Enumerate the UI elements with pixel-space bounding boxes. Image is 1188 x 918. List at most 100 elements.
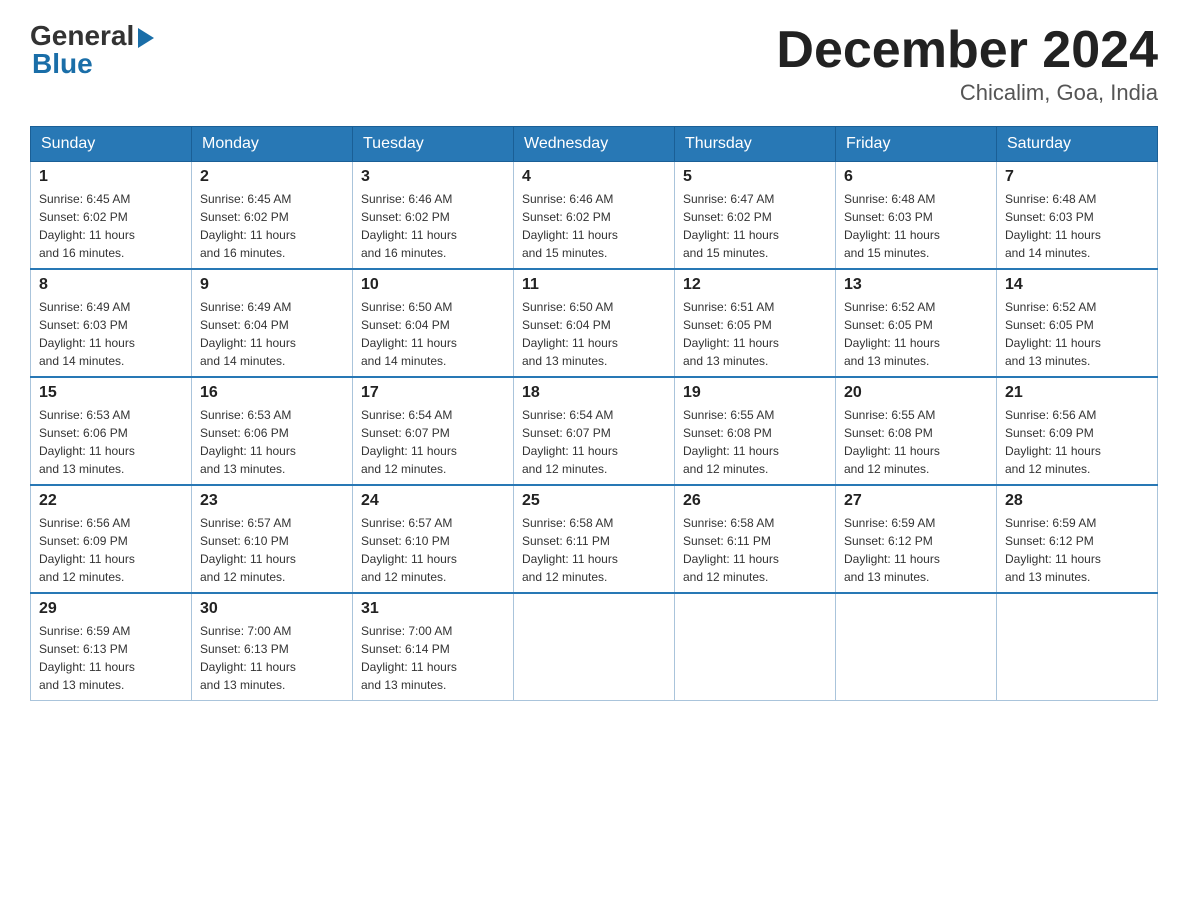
week-row-5: 29 Sunrise: 6:59 AMSunset: 6:13 PMDayligh… (31, 593, 1158, 701)
calendar-cell: 25 Sunrise: 6:58 AMSunset: 6:11 PMDayligh… (514, 485, 675, 593)
calendar-cell: 31 Sunrise: 7:00 AMSunset: 6:14 PMDayligh… (353, 593, 514, 701)
calendar-cell: 27 Sunrise: 6:59 AMSunset: 6:12 PMDayligh… (836, 485, 997, 593)
day-info: Sunrise: 6:49 AMSunset: 6:03 PMDaylight:… (39, 298, 183, 370)
calendar-cell: 15 Sunrise: 6:53 AMSunset: 6:06 PMDayligh… (31, 377, 192, 485)
day-number: 30 (200, 600, 344, 618)
day-info: Sunrise: 6:49 AMSunset: 6:04 PMDaylight:… (200, 298, 344, 370)
calendar-cell: 23 Sunrise: 6:57 AMSunset: 6:10 PMDayligh… (192, 485, 353, 593)
calendar-title: December 2024 (776, 20, 1158, 80)
day-number: 19 (683, 384, 827, 402)
logo-arrow-icon (138, 28, 154, 48)
day-header-thursday: Thursday (675, 127, 836, 162)
week-row-3: 15 Sunrise: 6:53 AMSunset: 6:06 PMDayligh… (31, 377, 1158, 485)
day-info: Sunrise: 6:56 AMSunset: 6:09 PMDaylight:… (1005, 406, 1149, 478)
day-number: 2 (200, 168, 344, 186)
day-info: Sunrise: 6:48 AMSunset: 6:03 PMDaylight:… (1005, 190, 1149, 262)
day-number: 24 (361, 492, 505, 510)
calendar-cell (514, 593, 675, 701)
calendar-cell: 7 Sunrise: 6:48 AMSunset: 6:03 PMDaylight… (997, 162, 1158, 270)
calendar-cell: 1 Sunrise: 6:45 AMSunset: 6:02 PMDaylight… (31, 162, 192, 270)
calendar-cell: 19 Sunrise: 6:55 AMSunset: 6:08 PMDayligh… (675, 377, 836, 485)
day-number: 8 (39, 276, 183, 294)
calendar-cell: 24 Sunrise: 6:57 AMSunset: 6:10 PMDayligh… (353, 485, 514, 593)
calendar-cell: 11Sunrise: 6:50 AMSunset: 6:04 PMDayligh… (514, 269, 675, 377)
day-info: Sunrise: 6:59 AMSunset: 6:12 PMDaylight:… (844, 514, 988, 586)
day-number: 20 (844, 384, 988, 402)
calendar-cell: 6Sunrise: 6:48 AMSunset: 6:03 PMDaylight… (836, 162, 997, 270)
page-header: General Blue December 2024 Chicalim, Goa… (30, 20, 1158, 106)
calendar-cell: 14 Sunrise: 6:52 AMSunset: 6:05 PMDayligh… (997, 269, 1158, 377)
day-info: Sunrise: 6:56 AMSunset: 6:09 PMDaylight:… (39, 514, 183, 586)
day-info: Sunrise: 7:00 AMSunset: 6:13 PMDaylight:… (200, 622, 344, 694)
day-header-sunday: Sunday (31, 127, 192, 162)
day-info: Sunrise: 6:50 AMSunset: 6:04 PMDaylight:… (361, 298, 505, 370)
day-info: Sunrise: 6:51 AMSunset: 6:05 PMDaylight:… (683, 298, 827, 370)
day-info: Sunrise: 6:53 AMSunset: 6:06 PMDaylight:… (39, 406, 183, 478)
day-number: 13 (844, 276, 988, 294)
day-number: 14 (1005, 276, 1149, 294)
calendar-cell: 30 Sunrise: 7:00 AMSunset: 6:13 PMDayligh… (192, 593, 353, 701)
day-info: Sunrise: 7:00 AMSunset: 6:14 PMDaylight:… (361, 622, 505, 694)
calendar-table: SundayMondayTuesdayWednesdayThursdayFrid… (30, 126, 1158, 701)
calendar-cell: 10 Sunrise: 6:50 AMSunset: 6:04 PMDayligh… (353, 269, 514, 377)
day-number: 23 (200, 492, 344, 510)
title-section: December 2024 Chicalim, Goa, India (776, 20, 1158, 106)
day-number: 7 (1005, 168, 1149, 186)
day-number: 21 (1005, 384, 1149, 402)
calendar-cell (836, 593, 997, 701)
day-header-wednesday: Wednesday (514, 127, 675, 162)
day-number: 15 (39, 384, 183, 402)
calendar-cell: 17Sunrise: 6:54 AMSunset: 6:07 PMDayligh… (353, 377, 514, 485)
day-number: 28 (1005, 492, 1149, 510)
day-number: 26 (683, 492, 827, 510)
day-header-monday: Monday (192, 127, 353, 162)
calendar-subtitle: Chicalim, Goa, India (776, 80, 1158, 106)
day-number: 16 (200, 384, 344, 402)
day-info: Sunrise: 6:46 AMSunset: 6:02 PMDaylight:… (522, 190, 666, 262)
day-info: Sunrise: 6:54 AMSunset: 6:07 PMDaylight:… (522, 406, 666, 478)
calendar-cell: 12 Sunrise: 6:51 AMSunset: 6:05 PMDayligh… (675, 269, 836, 377)
day-info: Sunrise: 6:58 AMSunset: 6:11 PMDaylight:… (522, 514, 666, 586)
day-number: 10 (361, 276, 505, 294)
calendar-cell: 9 Sunrise: 6:49 AMSunset: 6:04 PMDaylight… (192, 269, 353, 377)
day-number: 12 (683, 276, 827, 294)
day-info: Sunrise: 6:47 AMSunset: 6:02 PMDaylight:… (683, 190, 827, 262)
day-info: Sunrise: 6:54 AMSunset: 6:07 PMDaylight:… (361, 406, 505, 478)
calendar-cell: 21 Sunrise: 6:56 AMSunset: 6:09 PMDayligh… (997, 377, 1158, 485)
day-info: Sunrise: 6:55 AMSunset: 6:08 PMDaylight:… (683, 406, 827, 478)
day-info: Sunrise: 6:53 AMSunset: 6:06 PMDaylight:… (200, 406, 344, 478)
calendar-cell: 22Sunrise: 6:56 AMSunset: 6:09 PMDayligh… (31, 485, 192, 593)
day-number: 31 (361, 600, 505, 618)
day-number: 6 (844, 168, 988, 186)
day-info: Sunrise: 6:45 AMSunset: 6:02 PMDaylight:… (39, 190, 183, 262)
day-number: 3 (361, 168, 505, 186)
day-info: Sunrise: 6:55 AMSunset: 6:08 PMDaylight:… (844, 406, 988, 478)
calendar-cell: 20 Sunrise: 6:55 AMSunset: 6:08 PMDayligh… (836, 377, 997, 485)
calendar-cell: 3 Sunrise: 6:46 AMSunset: 6:02 PMDaylight… (353, 162, 514, 270)
day-info: Sunrise: 6:57 AMSunset: 6:10 PMDaylight:… (200, 514, 344, 586)
day-info: Sunrise: 6:46 AMSunset: 6:02 PMDaylight:… (361, 190, 505, 262)
day-number: 1 (39, 168, 183, 186)
day-number: 9 (200, 276, 344, 294)
calendar-cell: 4 Sunrise: 6:46 AMSunset: 6:02 PMDaylight… (514, 162, 675, 270)
calendar-cell (675, 593, 836, 701)
day-info: Sunrise: 6:59 AMSunset: 6:13 PMDaylight:… (39, 622, 183, 694)
day-number: 4 (522, 168, 666, 186)
day-info: Sunrise: 6:45 AMSunset: 6:02 PMDaylight:… (200, 190, 344, 262)
calendar-cell: 28Sunrise: 6:59 AMSunset: 6:12 PMDayligh… (997, 485, 1158, 593)
calendar-cell: 26 Sunrise: 6:58 AMSunset: 6:11 PMDayligh… (675, 485, 836, 593)
calendar-cell: 5Sunrise: 6:47 AMSunset: 6:02 PMDaylight… (675, 162, 836, 270)
day-info: Sunrise: 6:58 AMSunset: 6:11 PMDaylight:… (683, 514, 827, 586)
day-number: 29 (39, 600, 183, 618)
week-row-4: 22Sunrise: 6:56 AMSunset: 6:09 PMDayligh… (31, 485, 1158, 593)
calendar-cell (997, 593, 1158, 701)
day-info: Sunrise: 6:57 AMSunset: 6:10 PMDaylight:… (361, 514, 505, 586)
day-info: Sunrise: 6:52 AMSunset: 6:05 PMDaylight:… (1005, 298, 1149, 370)
day-number: 27 (844, 492, 988, 510)
day-info: Sunrise: 6:52 AMSunset: 6:05 PMDaylight:… (844, 298, 988, 370)
day-header-tuesday: Tuesday (353, 127, 514, 162)
day-header-saturday: Saturday (997, 127, 1158, 162)
day-number: 25 (522, 492, 666, 510)
calendar-cell: 2 Sunrise: 6:45 AMSunset: 6:02 PMDaylight… (192, 162, 353, 270)
calendar-cell: 18Sunrise: 6:54 AMSunset: 6:07 PMDayligh… (514, 377, 675, 485)
